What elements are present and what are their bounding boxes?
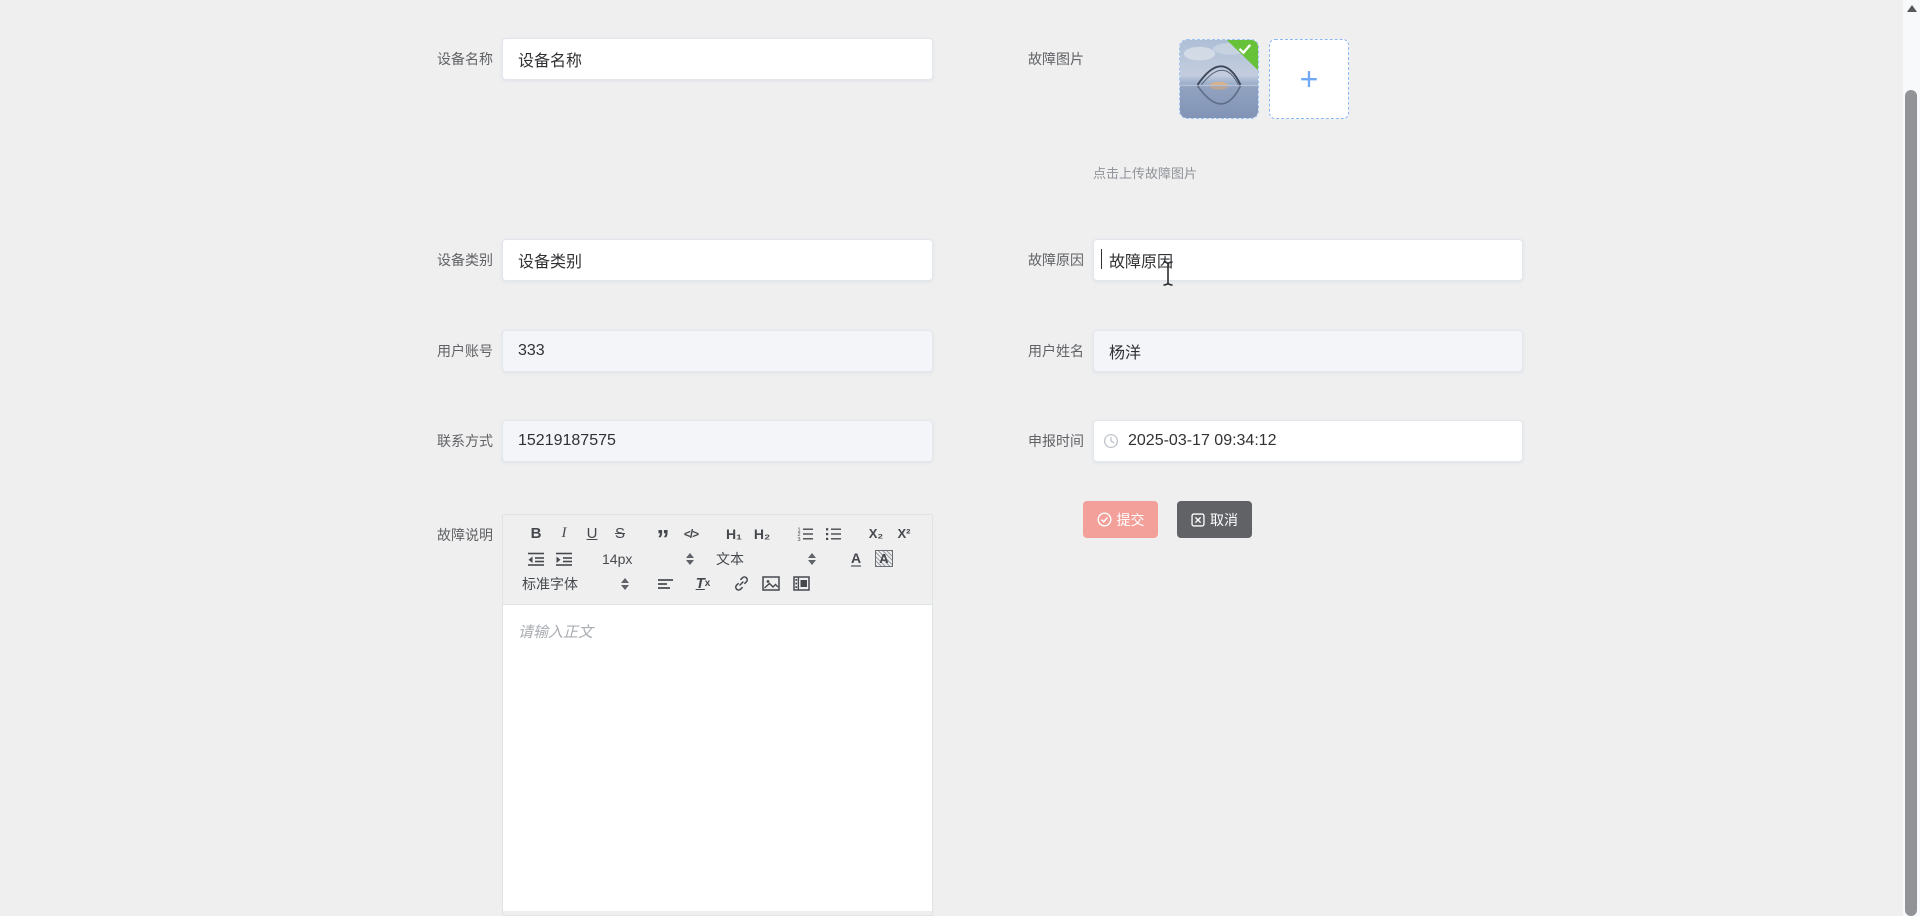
ibeam-cursor xyxy=(1163,261,1173,286)
report-time-input[interactable] xyxy=(1093,420,1523,462)
scrollbar-up-arrow[interactable] xyxy=(1906,5,1917,12)
font-family-value: 标准字体 xyxy=(522,575,578,592)
contact-input[interactable] xyxy=(502,420,933,462)
user-account-input[interactable] xyxy=(502,330,933,372)
link-icon[interactable] xyxy=(727,572,755,596)
contact-label: 联系方式 xyxy=(437,433,493,449)
square-close-icon xyxy=(1191,512,1205,527)
fault-reason-input[interactable] xyxy=(1093,239,1523,281)
align-icon[interactable] xyxy=(651,572,679,596)
font-size-select[interactable]: 14px xyxy=(602,551,694,567)
cancel-button[interactable]: 取消 xyxy=(1177,501,1252,538)
device-type-label: 设备类别 xyxy=(437,252,493,268)
blockquote-button[interactable]: ” xyxy=(649,526,677,552)
fault-desc-label: 故障说明 xyxy=(437,527,493,543)
device-name-label: 设备名称 xyxy=(437,51,493,67)
user-account-label: 用户账号 xyxy=(437,343,493,359)
bullet-list-icon[interactable] xyxy=(819,522,847,546)
text-caret xyxy=(1101,249,1102,269)
bridge-photo-image xyxy=(1180,40,1258,118)
editor-toolbar: B I U S ” </> H₁ H₂ 123 X₂ X² 14px 文本 A … xyxy=(503,515,932,605)
font-color-button[interactable]: A xyxy=(842,547,870,571)
fault-report-form-page: 设备名称 故障图片 + 点击上传故障图片 设备类别 xyxy=(0,0,1920,916)
background-color-button[interactable]: A xyxy=(870,547,898,571)
indent-icon[interactable] xyxy=(550,547,578,571)
strikethrough-button[interactable]: S xyxy=(606,522,634,546)
upload-tip-text: 点击上传故障图片 xyxy=(1093,166,1198,181)
plus-icon: + xyxy=(1299,60,1319,97)
page-scrollbar[interactable] xyxy=(1903,0,1920,916)
user-name-label: 用户姓名 xyxy=(1028,343,1084,359)
clear-format-button[interactable]: Tx xyxy=(689,572,717,596)
report-time-label: 申报时间 xyxy=(1028,433,1084,449)
cancel-button-label: 取消 xyxy=(1210,511,1238,528)
updown-arrows-icon xyxy=(808,552,816,565)
clock-icon xyxy=(1103,433,1119,449)
outdent-icon[interactable] xyxy=(522,547,550,571)
editor-placeholder: 请输入正文 xyxy=(518,624,594,641)
italic-button[interactable]: I xyxy=(550,522,578,546)
updown-arrows-icon xyxy=(621,577,629,590)
format-select[interactable]: 文本 xyxy=(716,549,816,569)
fault-reason-label: 故障原因 xyxy=(1028,252,1084,268)
editor-content-area[interactable]: 请输入正文 xyxy=(503,605,932,911)
fault-image-label: 故障图片 xyxy=(1028,51,1084,67)
updown-arrows-icon xyxy=(686,552,694,565)
circle-check-icon xyxy=(1097,512,1111,527)
subscript-button[interactable]: X₂ xyxy=(862,522,890,546)
insert-image-icon[interactable] xyxy=(757,572,785,596)
header2-button[interactable]: H₂ xyxy=(748,522,776,546)
font-size-value: 14px xyxy=(602,550,633,567)
bold-button[interactable]: B xyxy=(522,522,550,546)
upload-image-button[interactable]: + xyxy=(1269,39,1349,119)
scrollbar-thumb[interactable] xyxy=(1905,90,1917,916)
insert-video-icon[interactable] xyxy=(787,572,815,596)
rich-text-editor: B I U S ” </> H₁ H₂ 123 X₂ X² 14px 文本 A … xyxy=(502,514,933,916)
underline-button[interactable]: U xyxy=(578,522,606,546)
submit-button-label: 提交 xyxy=(1116,511,1145,528)
device-name-input[interactable] xyxy=(502,38,933,80)
uploaded-fault-image-thumbnail[interactable] xyxy=(1179,39,1259,119)
svg-text:3: 3 xyxy=(797,537,800,542)
superscript-button[interactable]: X² xyxy=(890,522,918,546)
header1-button[interactable]: H₁ xyxy=(720,522,748,546)
code-block-button[interactable]: </> xyxy=(677,522,705,546)
user-name-input[interactable] xyxy=(1093,330,1523,372)
format-value: 文本 xyxy=(716,550,744,567)
device-type-input[interactable] xyxy=(502,239,933,281)
font-family-select[interactable]: 标准字体 xyxy=(522,574,629,594)
ordered-list-icon[interactable]: 123 xyxy=(791,522,819,546)
submit-button[interactable]: 提交 xyxy=(1083,501,1158,538)
